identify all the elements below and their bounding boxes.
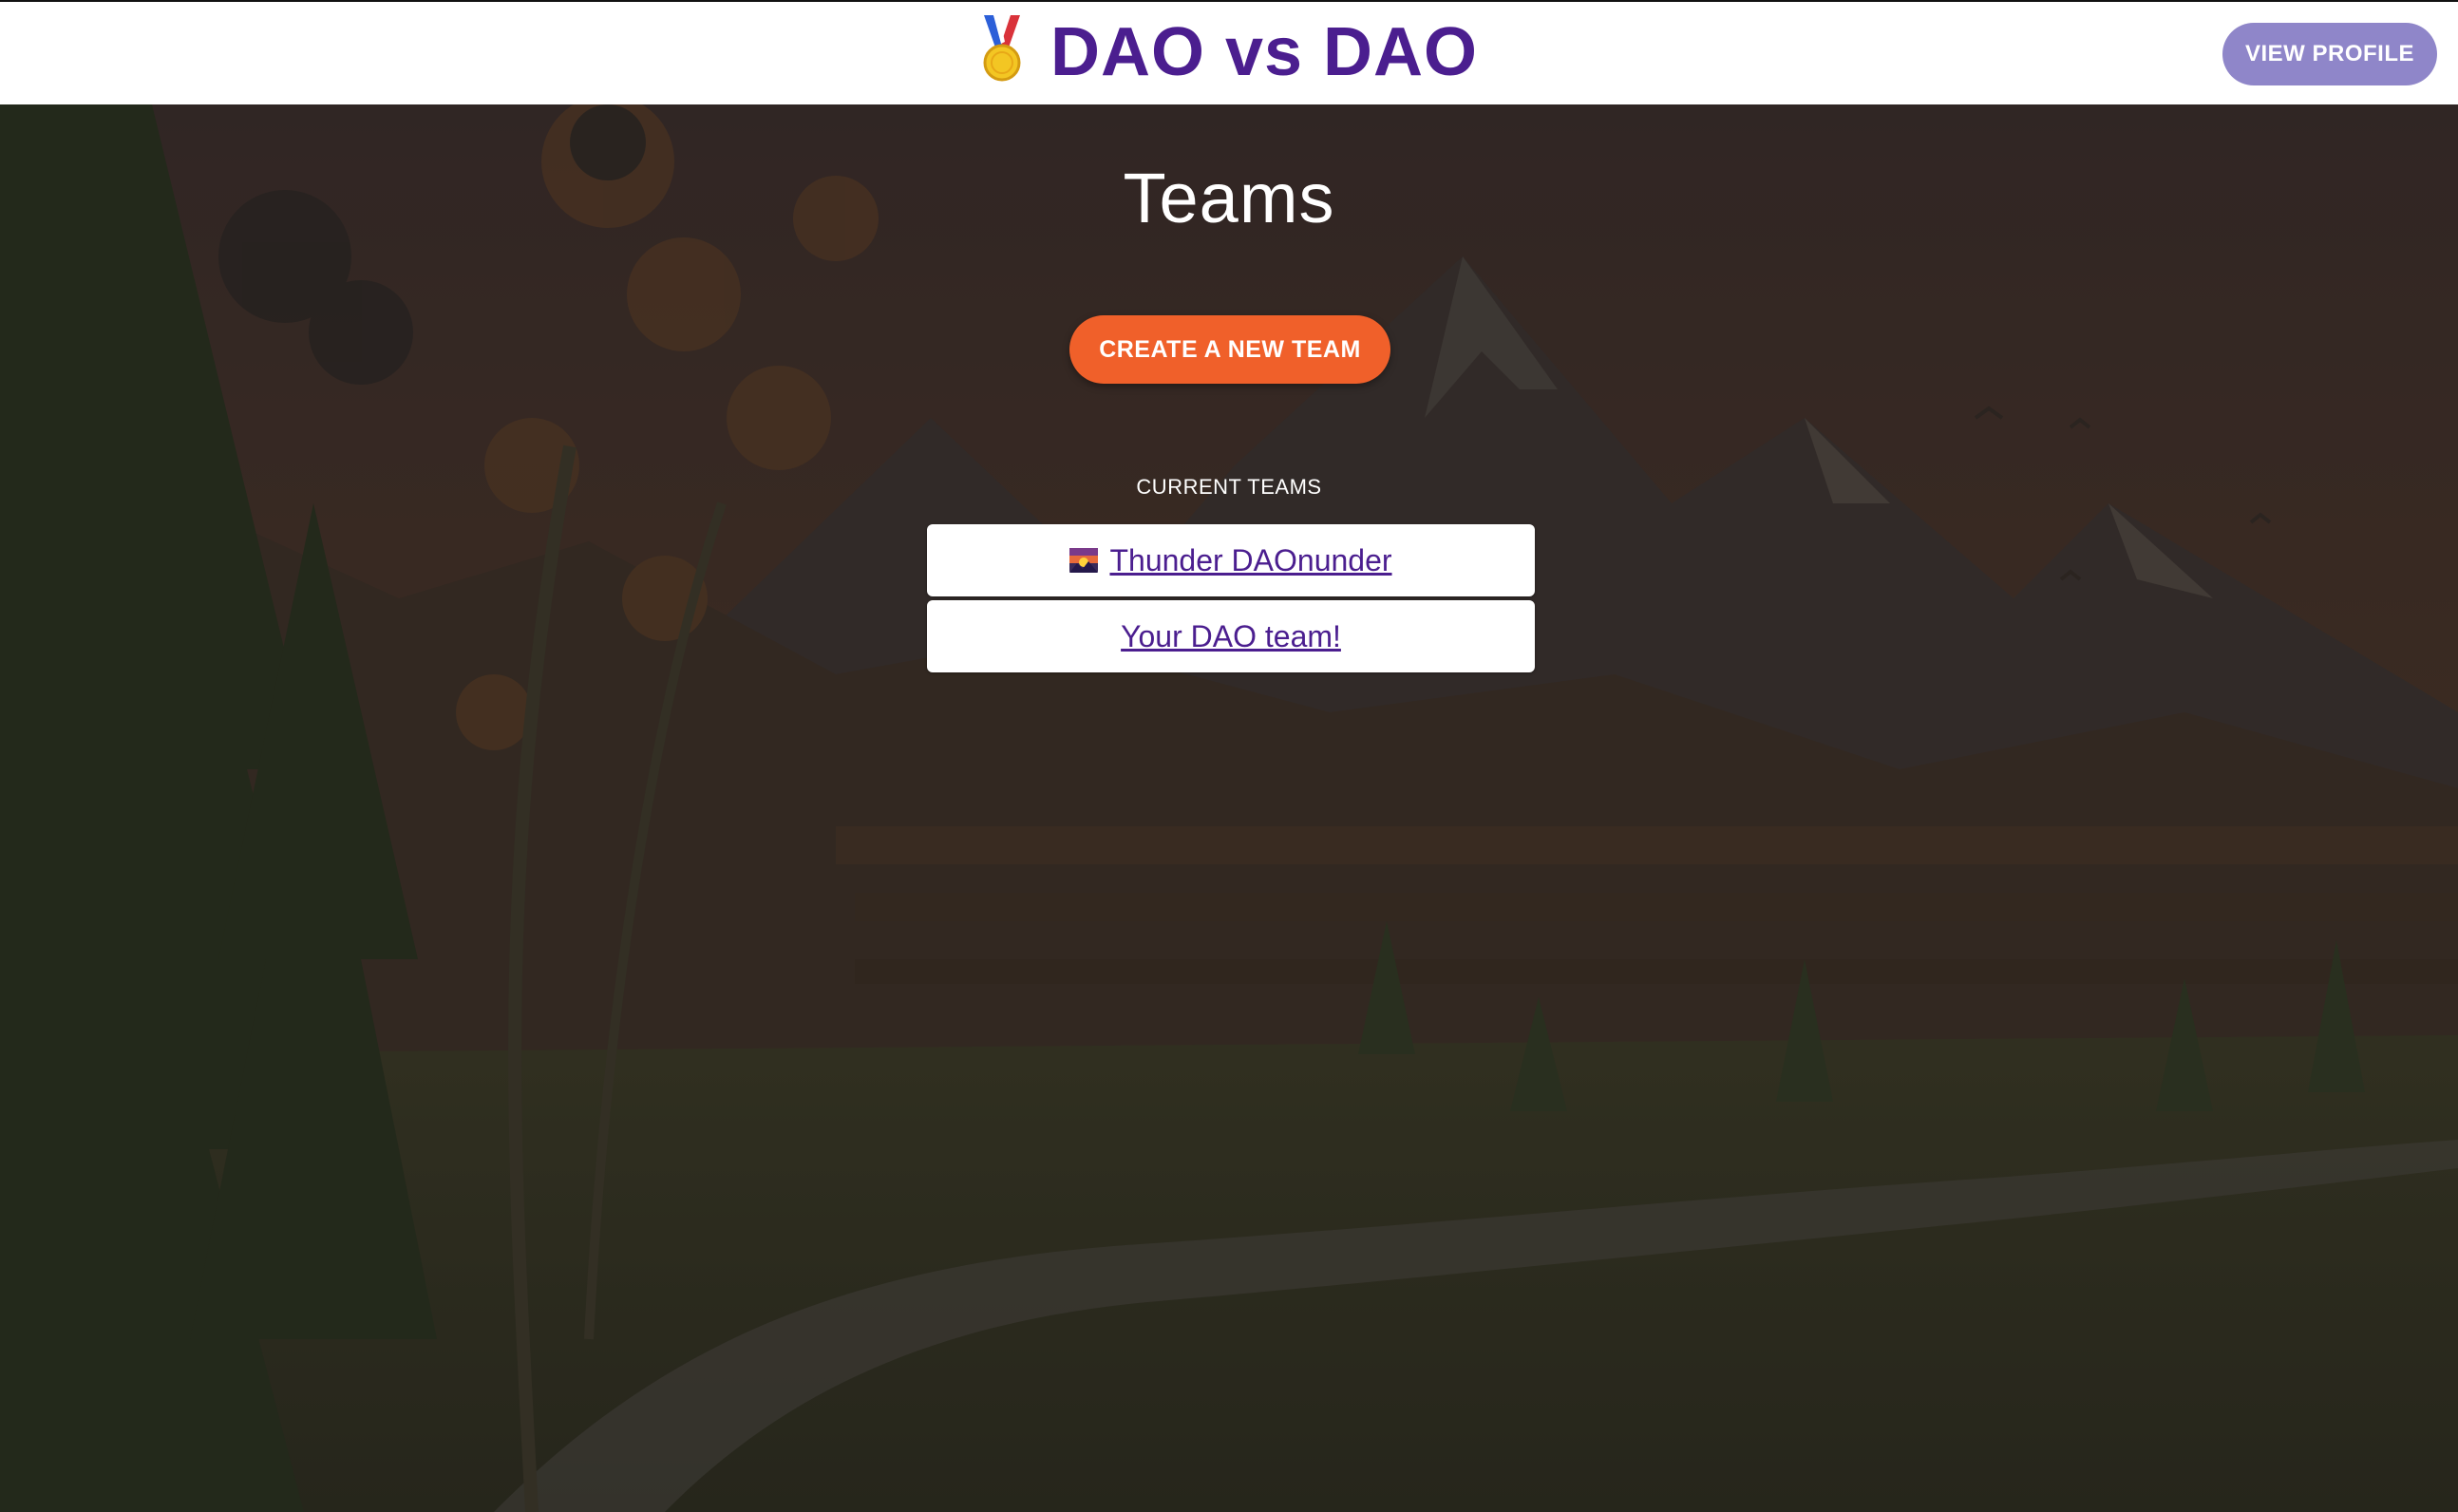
brand: DAO vs DAO [0, 9, 2458, 95]
medal-icon [983, 15, 1021, 82]
current-teams-heading: CURRENT TEAMS [1136, 475, 1322, 499]
team-link-thunder-daonunder[interactable]: Thunder DAOnunder [1069, 543, 1392, 578]
team-link-your-dao-team[interactable]: Your DAO team! [1121, 619, 1341, 654]
team-card: Thunder DAOnunder [927, 524, 1535, 596]
create-new-team-button[interactable]: CREATE A NEW TEAM [1069, 315, 1390, 384]
team-name[interactable]: Your DAO team! [1121, 619, 1341, 654]
view-profile-button[interactable]: VIEW PROFILE [2222, 23, 2437, 85]
top-header-bar: DAO vs DAO VIEW PROFILE [0, 0, 2458, 104]
sunset-landscape-icon [1069, 548, 1099, 573]
team-card: Your DAO team! [927, 600, 1535, 672]
page-title: Teams [1123, 159, 1335, 237]
team-name[interactable]: Thunder DAOnunder [1109, 543, 1391, 578]
app-title[interactable]: DAO vs DAO [1050, 13, 1478, 91]
